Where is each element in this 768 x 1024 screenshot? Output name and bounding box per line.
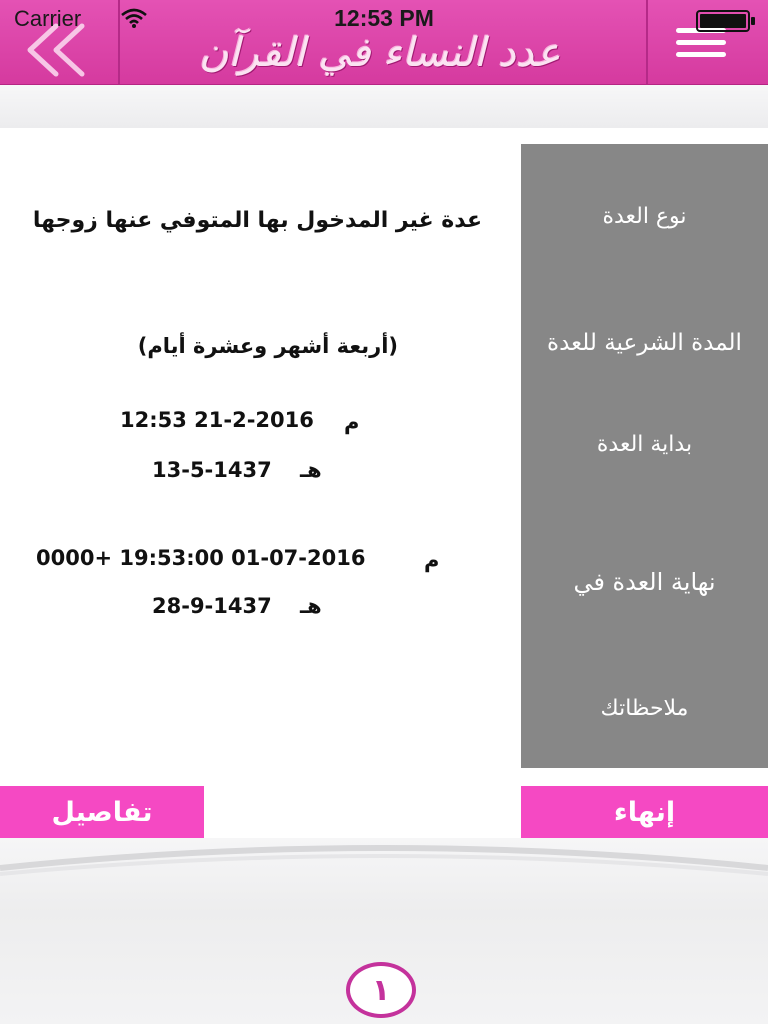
end-gregorian-date: 0000+ 19:53:00 01-07-2016 [36,546,366,570]
header-background-band [0,85,768,128]
iddah-result-panel: نوع العدة المدة الشرعية للعدة بداية العد… [0,128,768,838]
label-notes: ملاحظاتك [600,696,689,721]
label-iddah-type: نوع العدة [602,204,687,229]
label-iddah-start: بداية العدة [596,432,693,457]
hijri-suffix: هـ [300,594,322,618]
gregorian-suffix: م [344,410,360,434]
label-iddah-end: نهاية العدة في [573,568,716,596]
end-hijri-date: 28-9-1437 [152,594,272,618]
value-iddah-type: عدة غير المدخول بها المتوفي عنها زوجها [32,208,482,233]
status-bar: Carrier 12:53 PM [0,0,768,40]
battery-icon [696,10,756,38]
finish-button[interactable]: إنهاء [521,786,768,838]
details-button[interactable]: تفاصيل [0,786,204,838]
status-clock: 12:53 PM [334,5,434,31]
footer-curve-decoration [0,845,768,876]
start-hijri-date: 13-5-1437 [152,458,272,482]
gregorian-suffix: م [424,548,440,572]
hijri-suffix: هـ [300,458,322,482]
value-legal-period: (أربعة أشهر وعشرة أيام) [137,334,398,358]
label-legal-period: المدة الشرعية للعدة [547,330,742,356]
page-number-badge: ١ [346,962,416,1018]
labels-column: نوع العدة المدة الشرعية للعدة بداية العد… [521,144,768,768]
start-gregorian-date: 12:53 21-2-2016 [120,408,314,432]
